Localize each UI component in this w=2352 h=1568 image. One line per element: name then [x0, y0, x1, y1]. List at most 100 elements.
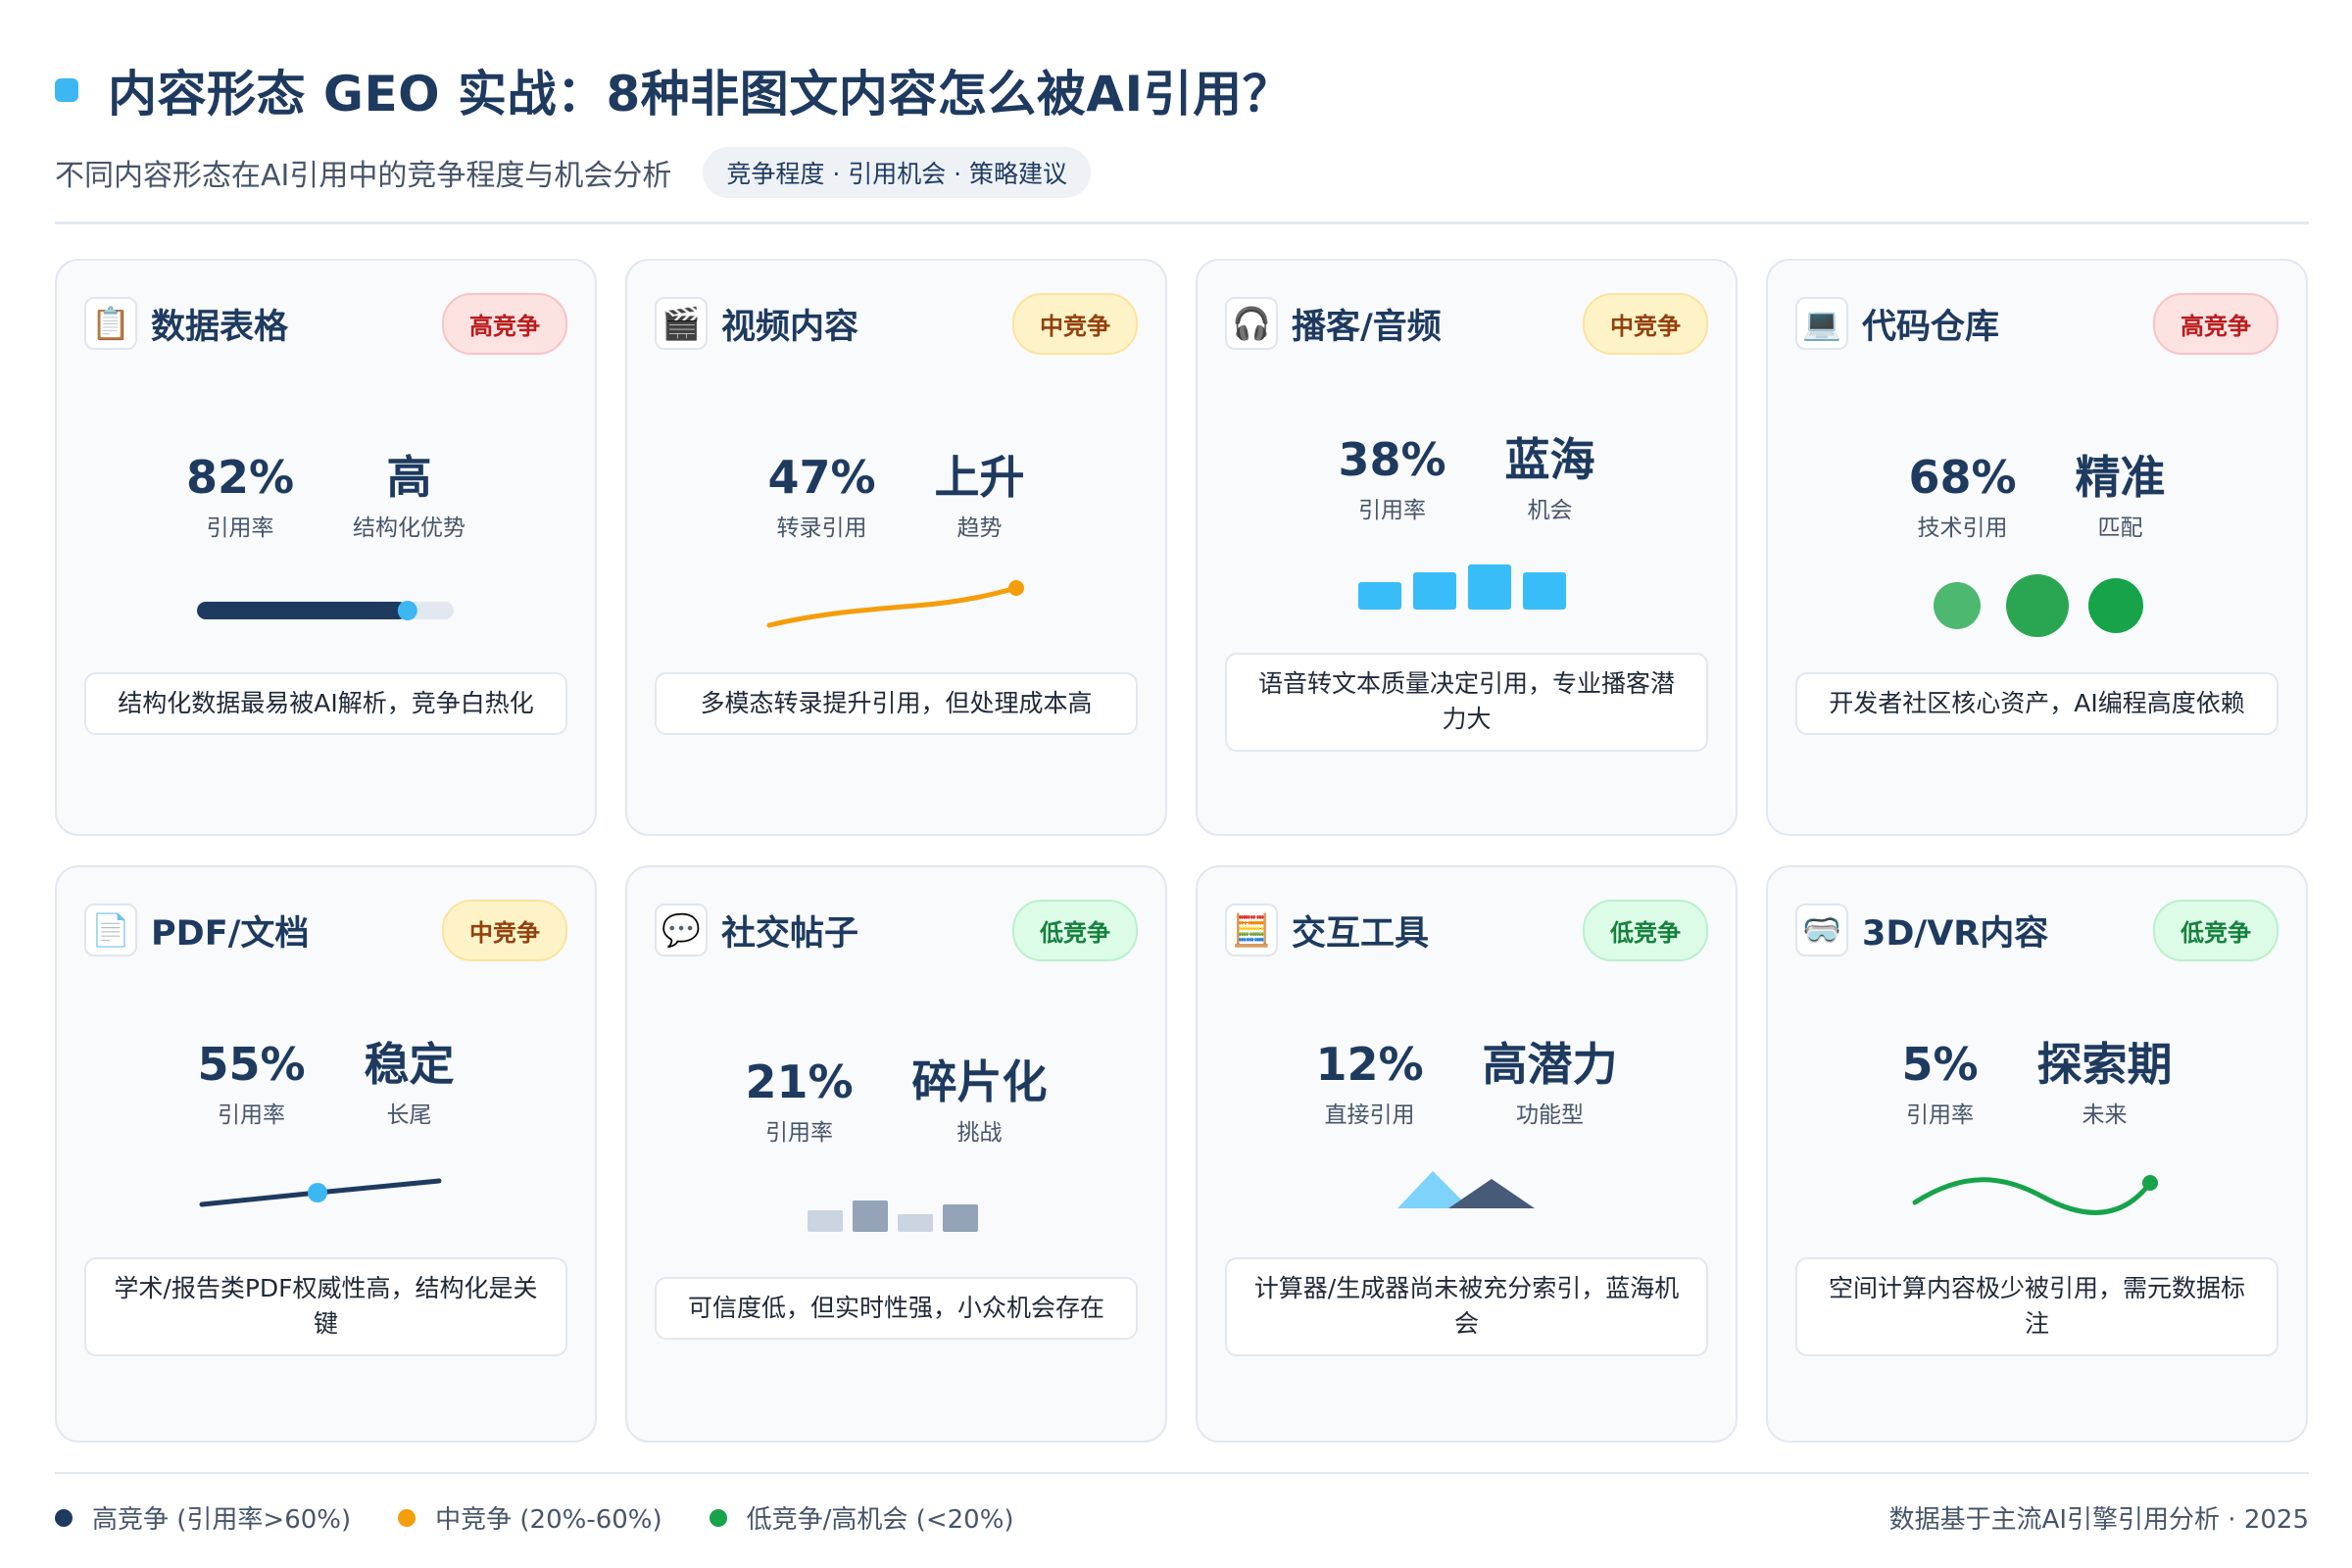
fragment-bars-visual	[627, 1195, 1165, 1234]
stat-value: 47%	[767, 451, 876, 504]
source-note: 数据基于主流AI引擎引用分析 · 2025	[1888, 1505, 2309, 1535]
stat-label: 引用率	[1357, 497, 1426, 523]
competition-badge: 中竞争	[442, 899, 567, 961]
legend-dot	[55, 1508, 73, 1527]
stat-secondary: 精准 匹配	[2076, 453, 2166, 542]
card-header: 🧮 交互工具 低竞争	[1225, 899, 1708, 961]
stat-label: 未来	[2082, 1102, 2128, 1128]
stat-value: 碎片化	[911, 1055, 1048, 1108]
stat-label: 趋势	[956, 514, 1003, 541]
card-description: 学术/报告类PDF权威性高，结构化是关键	[84, 1257, 567, 1356]
card-title: PDF/文档	[151, 913, 310, 954]
stat-secondary: 上升 趋势	[935, 453, 1025, 542]
flat-line	[199, 1178, 441, 1207]
card-grid: 📋 数据表格 高竞争 82% 引用率 高 结构化优势 结构化数据最易被AI解析，…	[55, 259, 2309, 1445]
card-description: 结构化数据最易被AI解析，竞争白热化	[84, 672, 567, 736]
card-stats: 82% 引用率 高 结构化优势	[57, 453, 595, 542]
card-3d-vr[interactable]: 🥽 3D/VR内容 低竞争 5% 引用率 探索期 未来 空间计算内容极少被引用，…	[1766, 865, 2308, 1443]
competition-badge: 高竞争	[442, 292, 567, 355]
stat-label: 直接引用	[1324, 1102, 1415, 1128]
competition-badge: 中竞争	[1012, 292, 1138, 355]
stat-value: 38%	[1338, 433, 1446, 486]
card-interactive-tools[interactable]: 🧮 交互工具 低竞争 12% 直接引用 高潜力 功能型 计算器/生成器尚未被充分…	[1196, 865, 1738, 1443]
stat-primary: 82% 引用率	[186, 453, 294, 542]
stat-secondary: 高 结构化优势	[353, 453, 466, 542]
audio-bars	[1357, 564, 1566, 610]
stat-label: 结构化优势	[353, 514, 466, 541]
legend-label: 中竞争 (20%-60%)	[435, 1505, 662, 1535]
card-header: 🥽 3D/VR内容 低竞争	[1795, 899, 2278, 961]
stat-label: 技术引用	[1917, 514, 2008, 541]
stat-label: 引用率	[217, 1102, 285, 1128]
card-description: 开发者社区核心资产，AI编程高度依赖	[1795, 672, 2278, 736]
card-description: 语音转文本质量决定引用，专业播客潜力大	[1225, 653, 1708, 752]
flat-line-visual	[57, 1169, 595, 1218]
card-header: 📋 数据表格 高竞争	[84, 292, 567, 355]
footer-divider	[55, 1472, 2309, 1474]
stat-value: 21%	[745, 1055, 854, 1108]
fragment-bar	[852, 1200, 888, 1232]
audio-bars-visual	[1198, 559, 1736, 617]
competition-badge: 高竞争	[2153, 292, 2278, 355]
card-video[interactable]: 🎬 视频内容 中竞争 47% 转录引用 上升 趋势 多模态转录提升引用，但处理成…	[625, 259, 1167, 836]
card-description: 多模态转录提升引用，但处理成本高	[655, 672, 1138, 736]
stat-label: 匹配	[2097, 514, 2143, 541]
wave-line	[1912, 1177, 2152, 1215]
stat-primary: 5% 引用率	[1901, 1040, 1978, 1129]
card-title: 代码仓库	[1862, 307, 2000, 347]
card-code-repo[interactable]: 💻 代码仓库 高竞争 68% 技术引用 精准 匹配 开发者社区核心资产，AI编程…	[1766, 259, 2308, 836]
audio-bar	[1522, 572, 1566, 610]
vr-goggles-icon: 🥽	[1795, 904, 1848, 956]
audio-bar	[1412, 572, 1456, 610]
green-circle	[1933, 582, 1981, 629]
title-row: 内容形态 GEO 实战：8种非图文内容怎么被AI引用？	[55, 55, 2309, 125]
audio-bar	[1357, 582, 1401, 610]
card-pdf[interactable]: 📄 PDF/文档 中竞争 55% 引用率 稳定 长尾 学术/报告类PDF权威性高…	[55, 865, 597, 1443]
card-title: 3D/VR内容	[1862, 913, 2049, 954]
stat-value: 探索期	[2036, 1038, 2173, 1091]
legend-item-high: 高竞争 (引用率>60%)	[55, 1499, 351, 1536]
competition-badge: 低竞争	[2153, 899, 2278, 961]
card-title: 数据表格	[151, 307, 289, 347]
card-podcast[interactable]: 🎧 播客/音频 中竞争 38% 引用率 蓝海 机会 语音转文本质量决定引用，专业…	[1196, 259, 1738, 836]
stat-label: 引用率	[206, 514, 274, 541]
legend-item-low: 低竞争/高机会 (<20%)	[709, 1499, 1014, 1536]
competition-badge: 中竞争	[1583, 292, 1708, 355]
stat-primary: 38% 引用率	[1338, 435, 1446, 524]
mountains-visual	[1198, 1163, 1736, 1212]
stat-secondary: 碎片化 挑战	[912, 1057, 1048, 1147]
page-subtitle: 不同内容形态在AI引用中的竞争程度与机会分析	[55, 159, 672, 193]
wave-endpoint	[2141, 1175, 2158, 1191]
card-data-table[interactable]: 📋 数据表格 高竞争 82% 引用率 高 结构化优势 结构化数据最易被AI解析，…	[55, 259, 597, 836]
wave	[1912, 1175, 2158, 1215]
card-description: 空间计算内容极少被引用，需元数据标注	[1795, 1257, 2278, 1356]
stat-primary: 55% 引用率	[197, 1040, 305, 1129]
stat-secondary: 高潜力 功能型	[1483, 1040, 1618, 1129]
stat-value: 蓝海	[1504, 433, 1595, 486]
document-icon: 📄	[84, 904, 137, 956]
clipboard-icon: 📋	[84, 297, 137, 350]
circles-visual	[1768, 570, 2306, 641]
clapper-icon: 🎬	[655, 297, 708, 350]
legend-label: 低竞争/高机会 (<20%)	[746, 1505, 1014, 1535]
legend-label: 高竞争 (引用率>60%)	[92, 1505, 352, 1535]
trend-visual	[627, 574, 1165, 643]
card-title: 社交帖子	[721, 913, 859, 954]
stat-value: 68%	[1908, 451, 2017, 504]
laptop-icon: 💻	[1795, 297, 1848, 350]
stat-secondary: 蓝海 机会	[1505, 435, 1595, 524]
card-stats: 68% 技术引用 精准 匹配	[1768, 453, 2306, 542]
card-header: 💻 代码仓库 高竞争	[1795, 292, 2278, 355]
subtitle-row: 不同内容形态在AI引用中的竞争程度与机会分析 竞争程度 · 引用机会 · 策略建…	[55, 147, 2309, 198]
card-title: 视频内容	[721, 307, 859, 347]
tags-pill: 竞争程度 · 引用机会 · 策略建议	[703, 147, 1092, 198]
stat-value: 82%	[185, 451, 295, 504]
trend-endpoint	[1007, 580, 1024, 596]
legend-item-mid: 中竞争 (20%-60%)	[398, 1499, 662, 1536]
audio-bar	[1467, 564, 1511, 610]
fragment-bars	[807, 1200, 978, 1232]
wave-visual	[1768, 1167, 2306, 1226]
stat-value: 高	[386, 451, 432, 504]
card-title: 播客/音频	[1292, 307, 1442, 347]
card-social[interactable]: 💬 社交帖子 低竞争 21% 引用率 碎片化 挑战 可信度低，但实时性强，小众机…	[625, 865, 1167, 1443]
